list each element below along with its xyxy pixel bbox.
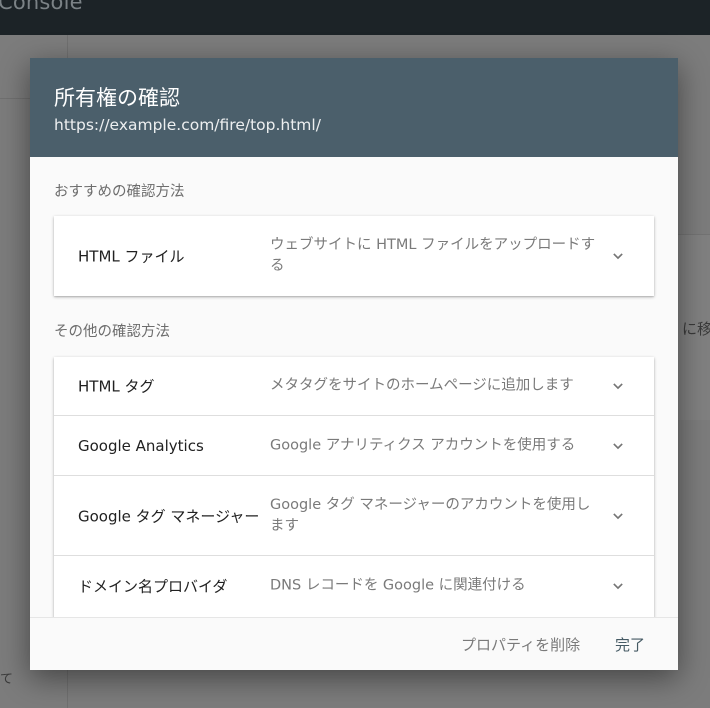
- method-description: Google タグ マネージャーのアカウントを使用します: [270, 496, 591, 534]
- method-description: Google アナリティクス アカウントを使用する: [270, 437, 576, 453]
- method-html-file[interactable]: HTML ファイル ウェブサイトに HTML ファイルをアップロードする: [54, 216, 654, 296]
- method-title: HTML タグ: [78, 377, 155, 396]
- delete-property-button[interactable]: プロパティを削除: [461, 634, 580, 655]
- verify-ownership-dialog: 所有権の確認 https://example.com/fire/top.html…: [30, 58, 678, 670]
- method-html-tag[interactable]: HTML タグ メタタグをサイトのホームページに追加します: [54, 357, 654, 416]
- dialog-body[interactable]: おすすめの確認方法 HTML ファイル ウェブサイトに HTML ファイルをアッ…: [30, 157, 678, 617]
- background-card-text: に移: [682, 320, 710, 338]
- method-title: ドメイン名プロバイダ: [78, 577, 228, 596]
- chevron-down-icon[interactable]: [608, 506, 628, 526]
- background-side-text: て: [0, 672, 14, 687]
- app-topbar: Console: [0, 0, 710, 35]
- dialog-title: 所有権の確認: [54, 86, 180, 110]
- chevron-down-icon[interactable]: [608, 576, 628, 596]
- brand-text: Console: [0, 0, 83, 14]
- method-description: DNS レコードを Google に関連付ける: [270, 577, 526, 594]
- chevron-down-icon[interactable]: [608, 246, 628, 266]
- recommended-methods-label: おすすめの確認方法: [54, 184, 185, 200]
- property-url: https://example.com/fire/top.html/: [54, 116, 321, 134]
- other-methods-card: HTML タグ メタタグをサイトのホームページに追加します Google Ana…: [54, 357, 654, 617]
- method-title: Google Analytics: [78, 436, 204, 455]
- method-description: メタタグをサイトのホームページに追加します: [270, 377, 574, 394]
- method-description: ウェブサイトに HTML ファイルをアップロードする: [270, 237, 596, 274]
- other-methods-label: その他の確認方法: [54, 324, 170, 340]
- chevron-down-icon[interactable]: [608, 376, 628, 396]
- method-title: Google タグ マネージャー: [78, 507, 260, 525]
- dialog-header: 所有権の確認 https://example.com/fire/top.html…: [30, 58, 678, 157]
- chevron-down-icon[interactable]: [608, 436, 628, 456]
- method-title: HTML ファイル: [78, 247, 185, 266]
- done-button[interactable]: 完了: [615, 634, 645, 655]
- method-google-tag-manager[interactable]: Google タグ マネージャー Google タグ マネージャーのアカウントを…: [54, 476, 654, 556]
- method-domain-provider[interactable]: ドメイン名プロバイダ DNS レコードを Google に関連付ける: [54, 556, 654, 616]
- method-google-analytics[interactable]: Google Analytics Google アナリティクス アカウントを使用…: [54, 416, 654, 476]
- dialog-footer: プロパティを削除 完了: [30, 617, 678, 670]
- recommended-methods-card: HTML ファイル ウェブサイトに HTML ファイルをアップロードする: [54, 216, 654, 296]
